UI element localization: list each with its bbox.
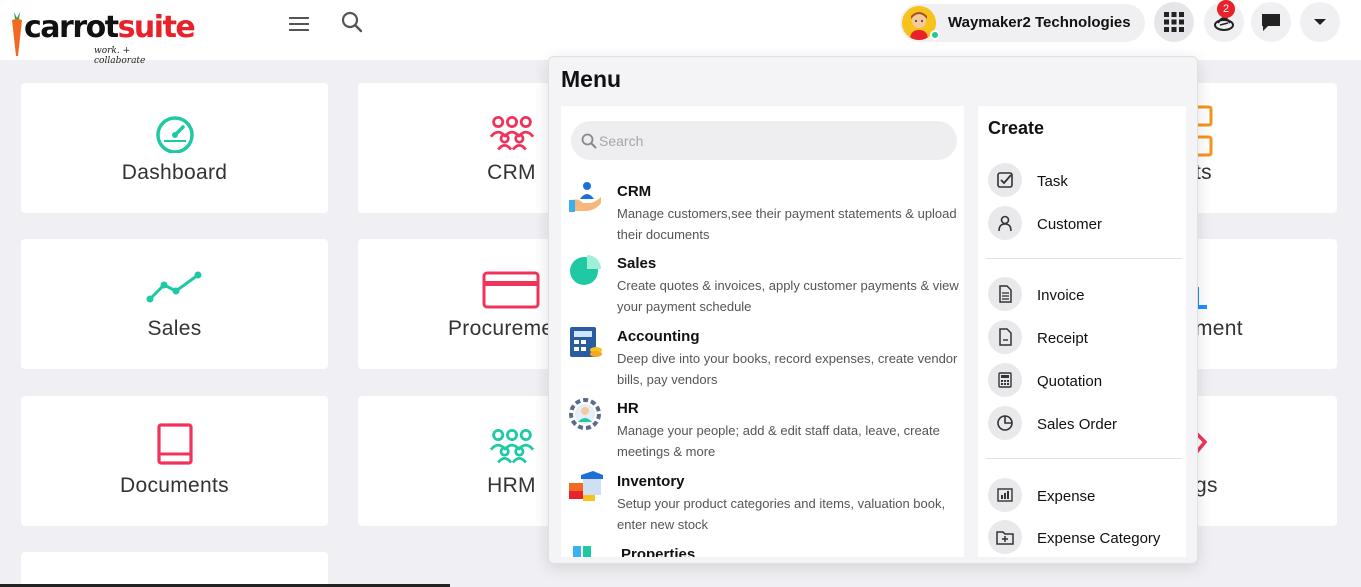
menu-item-properties[interactable]: Properties: [561, 544, 964, 557]
menu-item-hr[interactable]: HR Manage your people; add & edit staff …: [561, 398, 964, 468]
module-menu-list: CRM Manage customers,see their payment s…: [561, 106, 964, 557]
create-item-label: Customer: [1037, 216, 1103, 233]
create-item-label: Receipt: [1037, 330, 1088, 347]
menu-item-description: Manage customers,see their payment state…: [617, 206, 957, 242]
search-icon: [581, 133, 597, 149]
folder-plus-icon: [988, 520, 1022, 554]
menu-item-sales[interactable]: Sales Create quotes & invoices, apply cu…: [561, 253, 964, 323]
accounting-calculator-icon: [570, 327, 602, 357]
trend-line-icon: [146, 271, 201, 303]
module-card-partial-lower[interactable]: [21, 552, 328, 587]
chat-bubble-icon: [1262, 14, 1280, 31]
create-quotation-item[interactable]: Quotation: [978, 361, 1186, 401]
menu-item-crm[interactable]: CRM Manage customers,see their payment s…: [561, 181, 964, 251]
create-expense-category-item[interactable]: Expense Category: [978, 518, 1186, 557]
carrot-icon: [12, 12, 22, 56]
menu-item-description: Deep dive into your books, record expens…: [617, 351, 958, 387]
pie-chart-icon: [988, 406, 1022, 440]
module-card-sales[interactable]: Sales: [21, 239, 328, 369]
create-divider: [986, 458, 1182, 459]
online-status-dot: [930, 30, 940, 40]
inventory-warehouse-icon: [569, 471, 603, 501]
hamburger-menu-icon[interactable]: [288, 14, 310, 34]
module-label: Procureme: [448, 317, 554, 340]
hr-gear-person-icon: [569, 398, 601, 430]
menu-search[interactable]: [571, 121, 957, 160]
menu-search-input[interactable]: [599, 121, 949, 160]
menu-item-name: Accounting: [617, 328, 700, 345]
create-customer-item[interactable]: Customer: [978, 204, 1186, 244]
apps-grid-button[interactable]: [1154, 2, 1194, 42]
credit-card-icon: [482, 271, 540, 309]
menu-item-description: Setup your product categories and items,…: [617, 496, 946, 532]
document-icon: [988, 277, 1022, 311]
menu-item-description: Create quotes & invoices, apply customer…: [617, 278, 959, 314]
calculator-icon: [988, 363, 1022, 397]
module-label: ment: [1195, 317, 1243, 340]
menu-popover: Menu CRM Manage customers,see their paym…: [548, 56, 1198, 564]
receipt-icon: [988, 320, 1022, 354]
create-item-label: Expense: [1037, 488, 1096, 505]
menu-title: Menu: [561, 66, 622, 92]
create-item-label: Task: [1037, 173, 1068, 190]
people-group-icon: [489, 115, 534, 151]
properties-building-icon: [573, 546, 591, 557]
create-receipt-item[interactable]: Receipt: [978, 318, 1186, 358]
checkbox-icon: [988, 163, 1022, 197]
logo-wordmark: carrotsuite: [24, 10, 196, 45]
person-icon: [988, 206, 1022, 240]
module-card-documents[interactable]: Documents: [21, 396, 328, 526]
menu-item-accounting[interactable]: Accounting Deep dive into your books, re…: [561, 326, 964, 396]
sales-pie-icon: [570, 255, 601, 285]
create-task-item[interactable]: Task: [978, 161, 1186, 201]
module-card-partial-top[interactable]: ts: [1195, 83, 1337, 213]
top-bar: carrotsuite work. + collaborate Waymaker…: [0, 0, 1361, 66]
menu-item-name: Properties: [621, 546, 696, 557]
menu-item-name: Inventory: [617, 473, 685, 490]
module-label: Sales: [147, 317, 202, 340]
create-item-label: Quotation: [1037, 373, 1103, 390]
messages-button[interactable]: [1251, 2, 1291, 42]
menu-item-inventory[interactable]: Inventory Setup your product categories …: [561, 471, 964, 541]
module-label: Documents: [120, 474, 229, 497]
carrotsuite-logo[interactable]: carrotsuite work. + collaborate: [10, 6, 196, 66]
organization-name: Waymaker2 Technologies: [948, 14, 1131, 31]
grid-boxes-icon: [1195, 105, 1213, 157]
notification-count-badge: 2: [1217, 0, 1235, 18]
caret-down-icon: [1314, 19, 1326, 25]
create-title: Create: [988, 118, 1045, 138]
create-invoice-item[interactable]: Invoice: [978, 275, 1186, 315]
account-dropdown-button[interactable]: [1300, 2, 1340, 42]
expense-chart-icon: [988, 478, 1022, 512]
organization-switcher[interactable]: Waymaker2 Technologies: [900, 4, 1145, 42]
logo-tagline: work. + collaborate: [94, 46, 146, 66]
create-divider: [986, 258, 1182, 259]
create-panel: Create Task Customer Invoice Receipt Quo…: [978, 106, 1186, 557]
menu-item-name: HR: [617, 400, 639, 417]
module-label: Dashboard: [121, 161, 228, 184]
create-item-label: Sales Order: [1037, 416, 1118, 433]
crm-handshake-icon: [569, 182, 601, 212]
module-card-partial-middle[interactable]: ment: [1195, 239, 1337, 369]
search-icon[interactable]: [340, 10, 364, 34]
speedometer-icon: [155, 116, 194, 153]
module-card-partial-bottom[interactable]: gs: [1195, 396, 1337, 526]
create-expense-item[interactable]: Expense: [978, 476, 1186, 516]
menu-item-name: CRM: [617, 183, 652, 200]
create-item-label: Expense Category: [1037, 530, 1161, 547]
menu-item-description: Manage your people; add & edit staff dat…: [617, 423, 940, 459]
module-label: gs: [1195, 474, 1218, 497]
book-icon: [156, 423, 193, 465]
menu-item-name: Sales: [617, 255, 657, 272]
create-sales-order-item[interactable]: Sales Order: [978, 404, 1186, 444]
people-group-icon: [489, 428, 534, 464]
create-item-label: Invoice: [1037, 287, 1085, 304]
module-card-dashboard[interactable]: Dashboard: [21, 83, 328, 213]
apps-grid-icon: [1164, 12, 1184, 32]
